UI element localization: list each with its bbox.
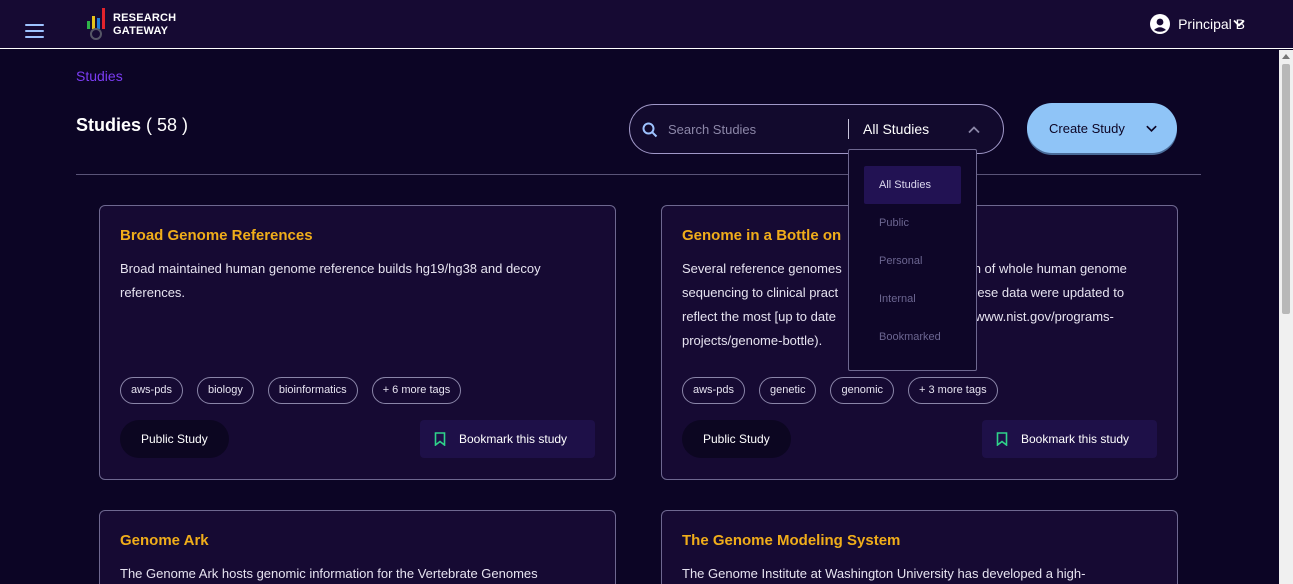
filter-option-personal[interactable]: Personal [864,242,961,280]
filter-option-all-studies[interactable]: All Studies [864,166,961,204]
logo-line-2: GATEWAY [113,25,169,37]
tag[interactable]: aws-pds [682,377,745,404]
page-title: Studies ( 58 ) [76,115,188,136]
tag[interactable]: aws-pds [120,377,183,404]
study-count: ( 58 ) [146,115,189,135]
study-title[interactable]: Genome in a Bottle on [682,227,841,244]
chevron-up-icon[interactable] [967,123,981,137]
more-tags[interactable]: + 6 more tags [371,377,462,404]
study-filter-dropdown: All Studies Public Personal Internal Boo… [848,149,977,371]
study-description: The Genome Ark hosts genomic information… [120,566,538,581]
logo-text: RESEARCH GATEWAY [113,12,176,38]
filter-option-bookmarked[interactable]: Bookmarked [864,318,961,356]
search-input[interactable] [668,117,843,141]
logo-bars-icon [87,8,105,40]
bookmark-label: Bookmark this study [459,432,568,446]
page-title-text: Studies [76,115,142,135]
tag[interactable]: biology [196,377,254,404]
study-description: The Genome Institute at Washington Unive… [682,566,1086,581]
bookmark-icon [434,432,446,446]
study-filter-select[interactable]: All Studies [863,121,929,137]
filter-option-public[interactable]: Public [864,204,961,242]
user-menu[interactable]: Principal B [1150,12,1245,36]
study-description: Broad maintained human genome reference … [120,261,541,300]
logo[interactable]: RESEARCH GATEWAY [85,7,185,43]
study-card[interactable]: The Genome Modeling System The Genome In… [661,510,1178,584]
study-title[interactable]: The Genome Modeling System [682,532,900,549]
tag-list: aws-pds genetic genomic + 3 more tags [682,377,998,404]
public-study-badge: Public Study [120,420,229,458]
user-avatar-icon [1150,14,1171,34]
menu-icon[interactable] [25,24,44,38]
more-tags[interactable]: + 3 more tags [908,377,998,404]
create-study-label: Create Study [1049,120,1125,136]
study-title[interactable]: Genome Ark [120,532,209,549]
scrollbar-thumb[interactable] [1282,64,1290,314]
bookmark-button[interactable]: Bookmark this study [982,420,1157,458]
filter-option-internal[interactable]: Internal [864,280,961,318]
tag[interactable]: genetic [758,377,817,404]
study-card[interactable]: Broad Genome References Broad maintained… [99,205,616,480]
search-bar: All Studies [629,104,1004,154]
breadcrumb[interactable]: Studies [76,68,123,84]
bookmark-icon [996,432,1008,446]
public-study-badge: Public Study [682,420,791,458]
header-divider [76,174,1201,175]
create-study-button[interactable]: Create Study [1027,103,1177,153]
tag[interactable]: bioinformatics [267,377,358,404]
search-divider [848,119,849,139]
study-card[interactable]: Genome Ark The Genome Ark hosts genomic … [99,510,616,584]
bookmark-button[interactable]: Bookmark this study [420,420,595,458]
scroll-up-arrow-icon[interactable] [1282,54,1290,59]
chevron-down-icon[interactable] [1232,16,1246,30]
search-icon [642,122,658,138]
tag-list: aws-pds biology bioinformatics + 6 more … [120,377,462,404]
bookmark-label: Bookmark this study [1021,432,1130,446]
logo-line-1: RESEARCH [113,12,177,24]
top-bar: RESEARCH GATEWAY Principal B [0,0,1293,49]
study-title[interactable]: Broad Genome References [120,227,313,244]
tag[interactable]: genomic [830,377,895,404]
scrollbar[interactable] [1279,50,1293,584]
chevron-down-icon [1146,125,1157,133]
